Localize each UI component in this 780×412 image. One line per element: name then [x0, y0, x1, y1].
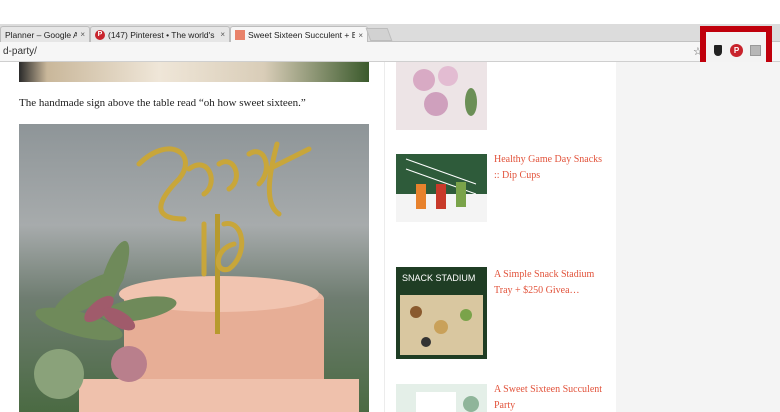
article-content: The handmade sign above the table read “… — [0, 62, 385, 412]
sidebar: Healthy Game Day Snacks :: Dip Cups SNAC… — [386, 62, 616, 412]
close-icon[interactable]: × — [358, 31, 363, 40]
address-bar[interactable]: d-party/ ☆ — [0, 42, 780, 62]
macarons-thumbnail[interactable] — [396, 62, 487, 130]
new-tab-button[interactable] — [365, 28, 393, 41]
game-day-thumbnail[interactable] — [396, 154, 487, 222]
page-background-right — [616, 62, 780, 412]
pinterest-icon: P — [95, 29, 105, 40]
svg-text:SNACK STADIUM: SNACK STADIUM — [402, 273, 475, 283]
tab-google-ads[interactable]: Planner – Google Ads × — [0, 26, 90, 42]
article-caption: The handmade sign above the table read “… — [19, 97, 306, 109]
url-text[interactable]: d-party/ — [3, 46, 37, 57]
sweet-sixteen-thumbnail[interactable] — [396, 384, 487, 412]
extension-icon[interactable] — [750, 45, 761, 56]
close-icon[interactable]: × — [220, 30, 225, 39]
sidebar-link-sweet-sixteen[interactable]: A Sweet Sixteen Succulent Party — [494, 382, 604, 412]
sidebar-link-game-day[interactable]: Healthy Game Day Snacks :: Dip Cups — [494, 152, 604, 184]
close-icon[interactable]: × — [80, 30, 85, 39]
snack-stadium-thumbnail[interactable]: SNACK STADIUM — [396, 267, 487, 359]
tab-strip: Planner – Google Ads × P (147) Pinterest… — [0, 24, 780, 43]
cake-illustration — [34, 141, 359, 412]
party-table-photo — [19, 62, 369, 82]
tab-title: Planner – Google Ads — [5, 29, 77, 40]
tab-sweet-sixteen[interactable]: Sweet Sixteen Succulent + Bo × — [230, 26, 368, 43]
cake-topper-photo — [19, 124, 369, 412]
tab-title: (147) Pinterest • The world's c — [108, 29, 218, 40]
tab-pinterest[interactable]: P (147) Pinterest • The world's c × — [90, 26, 230, 42]
shield-extension-icon[interactable] — [714, 45, 722, 56]
orange-square-icon — [235, 30, 245, 40]
tab-title: Sweet Sixteen Succulent + Bo — [248, 30, 356, 40]
sidebar-link-snack-stadium[interactable]: A Simple Snack Stadium Tray + $250 Givea… — [494, 267, 604, 299]
pinterest-extension-icon[interactable]: P — [730, 44, 743, 57]
